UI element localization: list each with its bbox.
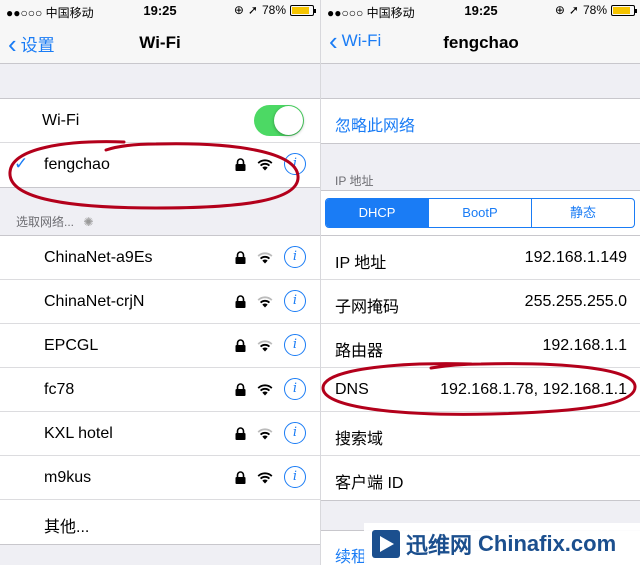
field-label: 子网掩码	[335, 299, 400, 316]
checkmark-icon: ✓	[14, 154, 29, 173]
wifi-signal-icon	[257, 428, 273, 440]
network-name: EPCGL	[44, 337, 99, 354]
location-icon: ➚	[568, 3, 579, 17]
lock-rotation-icon: ⊕	[554, 3, 565, 17]
network-list: ChinaNet-a9Es i ChinaNet-crjN i EPCGL i	[0, 235, 320, 545]
search-domain-row[interactable]: 搜索域	[321, 412, 640, 456]
wifi-signal-icon	[257, 340, 273, 352]
lock-icon	[235, 157, 246, 171]
navigation-bar: ‹ Wi-Fi fengchao	[321, 22, 640, 64]
watermark-en: Chinafix.com	[478, 531, 617, 556]
info-icon[interactable]: i	[284, 466, 306, 488]
wifi-toggle-switch[interactable]	[254, 105, 304, 136]
wifi-signal-icon	[257, 159, 273, 171]
network-row[interactable]: KXL hotel i	[0, 412, 320, 456]
wifi-signal-icon	[257, 384, 273, 396]
lock-icon	[235, 250, 246, 264]
watermark-logo-icon	[372, 530, 400, 558]
segment-static[interactable]: 静态	[531, 199, 634, 227]
lock-icon	[235, 294, 246, 308]
field-label: 路由器	[335, 343, 384, 360]
page-title: fengchao	[443, 33, 519, 52]
forget-network-label: 忽略此网络	[335, 118, 416, 135]
network-detail-screen: ●●○○○ 中国移动 19:25 ⊕ ➚ 78% ‹ Wi-Fi fengcha…	[320, 0, 640, 565]
info-icon[interactable]: i	[284, 422, 306, 444]
field-label: 客户端 ID	[335, 475, 404, 492]
lock-icon	[235, 382, 246, 396]
network-name: KXL hotel	[44, 425, 113, 442]
forget-network-button[interactable]: 忽略此网络	[321, 99, 640, 143]
battery-icon	[290, 4, 316, 16]
info-icon[interactable]: i	[284, 378, 306, 400]
router-field-row: 路由器 192.168.1.1	[321, 324, 640, 368]
info-icon[interactable]: i	[284, 334, 306, 356]
lock-icon	[235, 426, 246, 440]
lock-icon	[235, 470, 246, 484]
subnet-field-row: 子网掩码 255.255.255.0	[321, 280, 640, 324]
other-network-label: 其他...	[44, 519, 90, 536]
field-value: 192.168.1.149	[524, 249, 627, 266]
ip-address-header: IP 地址	[335, 174, 374, 188]
segment-bootp[interactable]: BootP	[428, 199, 531, 227]
lock-icon	[235, 338, 246, 352]
client-id-row[interactable]: 客户端 ID	[321, 456, 640, 500]
info-icon[interactable]: i	[284, 246, 306, 268]
network-name: m9kus	[44, 469, 92, 486]
dns-value: 192.168.1.78, 192.168.1.1	[440, 381, 627, 398]
wifi-main-group: Wi-Fi ✓ fengchao i	[0, 98, 320, 188]
page-title: Wi-Fi	[139, 33, 181, 52]
network-row[interactable]: m9kus i	[0, 456, 320, 500]
field-label: DNS	[335, 381, 369, 398]
field-label: 搜索域	[335, 431, 384, 448]
battery-icon	[611, 4, 637, 16]
battery-percent: 78%	[582, 3, 607, 17]
lock-rotation-icon: ⊕	[233, 3, 244, 17]
network-name: ChinaNet-crjN	[44, 293, 145, 310]
status-bar: ●●○○○ 中国移动 19:25 ⊕ ➚ 78%	[321, 0, 640, 22]
dns-field-row[interactable]: DNS 192.168.1.78, 192.168.1.1	[321, 368, 640, 412]
network-row[interactable]: ChinaNet-crjN i	[0, 280, 320, 324]
ip-field-row: IP 地址 192.168.1.149	[321, 236, 640, 280]
ip-mode-segmented-control: DHCP BootP 静态	[325, 198, 635, 228]
network-name: ChinaNet-a9Es	[44, 249, 153, 266]
navigation-bar: ‹ 设置 Wi-Fi	[0, 22, 320, 64]
info-icon[interactable]: i	[284, 153, 306, 175]
network-row[interactable]: ChinaNet-a9Es i	[0, 236, 320, 280]
wifi-toggle-label: Wi-Fi	[42, 112, 80, 129]
renew-lease-button[interactable]: 续租	[335, 543, 367, 565]
watermark: 迅维网 Chinafix.com	[364, 523, 640, 565]
network-name: fengchao	[44, 156, 110, 173]
network-row[interactable]: fc78 i	[0, 368, 320, 412]
info-icon[interactable]: i	[284, 290, 306, 312]
status-bar: ●●○○○ 中国移动 19:25 ⊕ ➚ 78%	[0, 0, 320, 22]
ip-fields-group: IP 地址 192.168.1.149 子网掩码 255.255.255.0 路…	[321, 235, 640, 501]
battery-percent: 78%	[261, 3, 286, 17]
choose-network-header: 选取网络...	[16, 215, 75, 229]
watermark-cn: 迅维网	[406, 533, 473, 558]
loading-spinner-icon: ✺	[83, 215, 94, 229]
wifi-signal-icon	[257, 296, 273, 308]
other-network-row[interactable]: 其他...	[0, 500, 320, 544]
connected-network-row[interactable]: ✓ fengchao i	[0, 143, 320, 187]
field-value: 255.255.255.0	[524, 293, 627, 310]
segment-dhcp[interactable]: DHCP	[326, 199, 428, 227]
wifi-signal-icon	[257, 472, 273, 484]
wifi-list-screen: ●●○○○ 中国移动 19:25 ⊕ ➚ 78% ‹ 设置 Wi-Fi Wi-F…	[0, 0, 320, 565]
network-row[interactable]: EPCGL i	[0, 324, 320, 368]
wifi-signal-icon	[257, 252, 273, 264]
field-value: 192.168.1.1	[542, 337, 627, 354]
location-icon: ➚	[247, 3, 258, 17]
network-name: fc78	[44, 381, 75, 398]
field-label: IP 地址	[335, 255, 387, 272]
wifi-toggle-row: Wi-Fi	[0, 99, 320, 143]
